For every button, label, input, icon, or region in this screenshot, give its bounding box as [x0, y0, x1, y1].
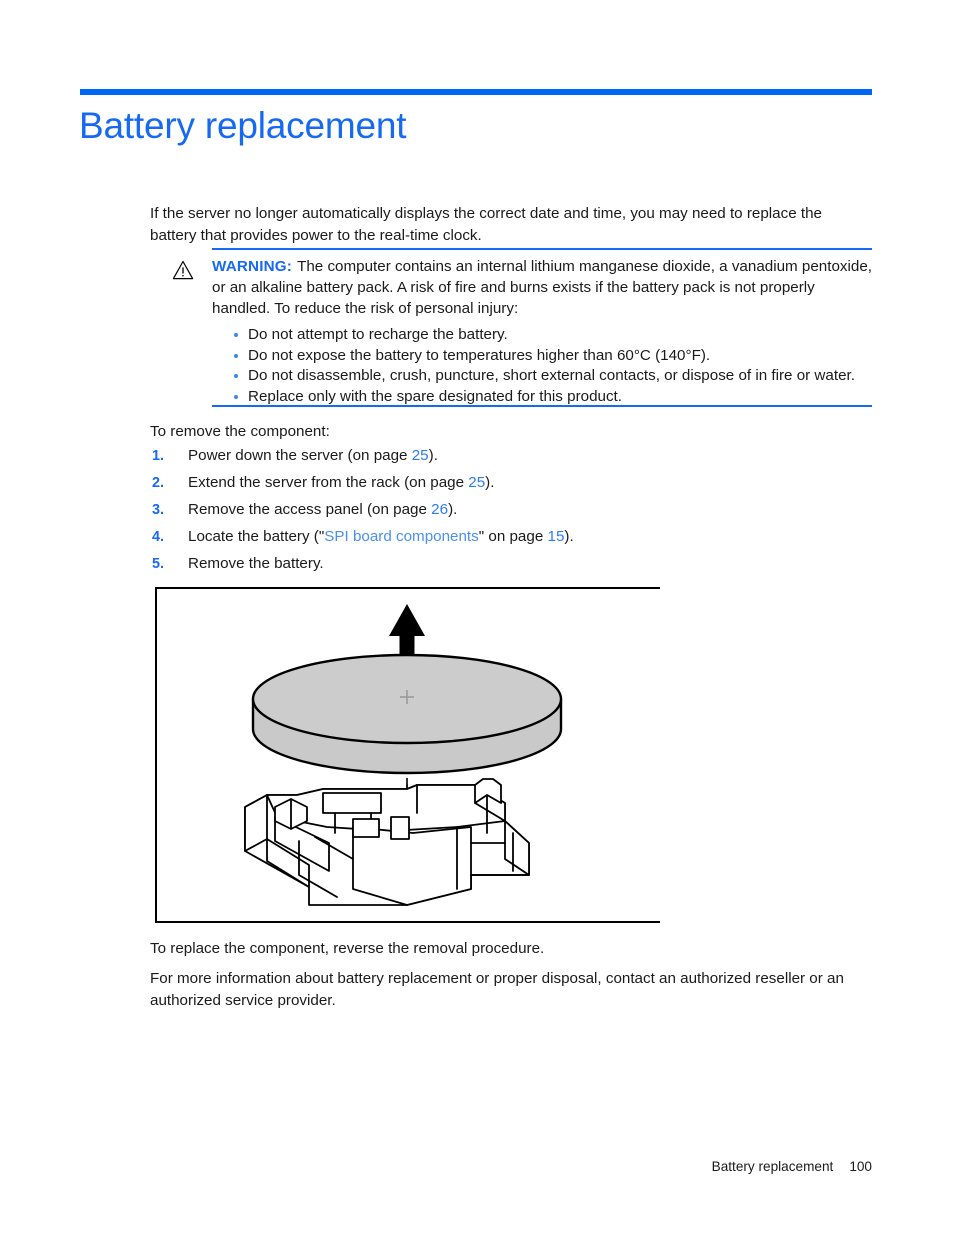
- procedure-step: 2. Extend the server from the rack (on p…: [150, 473, 850, 493]
- step-text-suffix: ).: [428, 447, 438, 464]
- coin-cell-battery: [251, 653, 563, 775]
- step-text-mid: " on page: [478, 528, 548, 545]
- page-cross-reference-link[interactable]: 25: [468, 474, 485, 491]
- bullet-dot-icon: [234, 333, 238, 337]
- warning-bullet-item: Do not expose the battery to temperature…: [212, 346, 872, 367]
- procedure-step: 4. Locate the battery ("SPI board compon…: [150, 527, 850, 547]
- warning-label: WARNING:: [212, 258, 293, 275]
- warning-bullet-text: Do not attempt to recharge the battery.: [248, 326, 508, 343]
- replace-note-paragraph: To replace the component, reverse the re…: [150, 940, 545, 957]
- footer-page-number: 100: [849, 1159, 872, 1174]
- warning-bullet-text: Do not disassemble, crush, puncture, sho…: [248, 367, 855, 385]
- bullet-dot-icon: [234, 394, 238, 399]
- footer-section-title: Battery replacement: [711, 1159, 834, 1174]
- bullet-dot-icon: [234, 353, 238, 358]
- step-number: 5.: [152, 556, 165, 572]
- step-text-suffix: ).: [448, 501, 458, 518]
- battery-removal-illustration: [155, 587, 660, 923]
- topic-cross-reference-link[interactable]: SPI board components: [324, 528, 479, 545]
- battery-removal-drawing: [244, 604, 563, 906]
- step-text: Remove the battery.: [188, 555, 324, 572]
- warning-body: WARNING: The computer contains an interna…: [212, 256, 872, 407]
- warning-lead-text: The computer contains an internal lithiu…: [212, 258, 872, 317]
- step-number: 3.: [152, 502, 165, 518]
- page-cross-reference-link[interactable]: 15: [548, 528, 565, 545]
- step-text: Extend the server from the rack (on page: [188, 474, 469, 491]
- header-accent-rule: [80, 89, 872, 95]
- bullet-dot-icon: [234, 374, 238, 379]
- warning-bullet-list: Do not attempt to recharge the battery. …: [212, 325, 872, 407]
- procedure-step-list: 1. Power down the server (on page 25). 2…: [150, 446, 850, 581]
- procedure-step: 3. Remove the access panel (on page 26).: [150, 500, 850, 520]
- warning-top-rule: [212, 248, 872, 250]
- warning-bullet-item: Replace only with the spare designated f…: [212, 387, 872, 408]
- procedure-step: 5. Remove the battery.: [150, 554, 850, 574]
- intro-paragraph: If the server no longer automatically di…: [150, 205, 822, 244]
- warning-lead-paragraph: WARNING: The computer contains an interna…: [212, 256, 872, 319]
- intro-block: If the server no longer automatically di…: [150, 203, 872, 247]
- page-cross-reference-link[interactable]: 26: [431, 501, 448, 518]
- page-footer: Battery replacement 100: [712, 1158, 872, 1176]
- step-text-suffix: ).: [564, 528, 574, 545]
- step-number: 1.: [152, 448, 165, 464]
- warning-bullet-text: Replace only with the spare designated f…: [248, 387, 622, 405]
- warning-bullet-item: Do not disassemble, crush, puncture, sho…: [212, 366, 872, 387]
- warning-bullet-text: Do not expose the battery to temperature…: [248, 346, 711, 364]
- page-title: Battery replacement: [79, 105, 407, 146]
- step-text-suffix: ).: [485, 474, 495, 491]
- step-text: Power down the server (on page: [188, 447, 412, 464]
- warning-triangle-icon: [172, 260, 194, 280]
- page-cross-reference-link[interactable]: 25: [412, 447, 429, 464]
- procedure-intro: To remove the component:: [150, 423, 330, 440]
- warning-bullet-item: Do not attempt to recharge the battery.: [212, 325, 872, 346]
- step-text: Remove the access panel (on page: [188, 501, 432, 518]
- step-text: Locate the battery (": [188, 528, 325, 545]
- more-info-paragraph: For more information about battery repla…: [150, 970, 844, 1009]
- battery-socket-holder: [244, 778, 530, 906]
- document-page: Battery replacement If the server no lon…: [0, 0, 954, 1235]
- step-number: 4.: [152, 529, 165, 545]
- step-number: 2.: [152, 475, 165, 491]
- procedure-step: 1. Power down the server (on page 25).: [150, 446, 850, 466]
